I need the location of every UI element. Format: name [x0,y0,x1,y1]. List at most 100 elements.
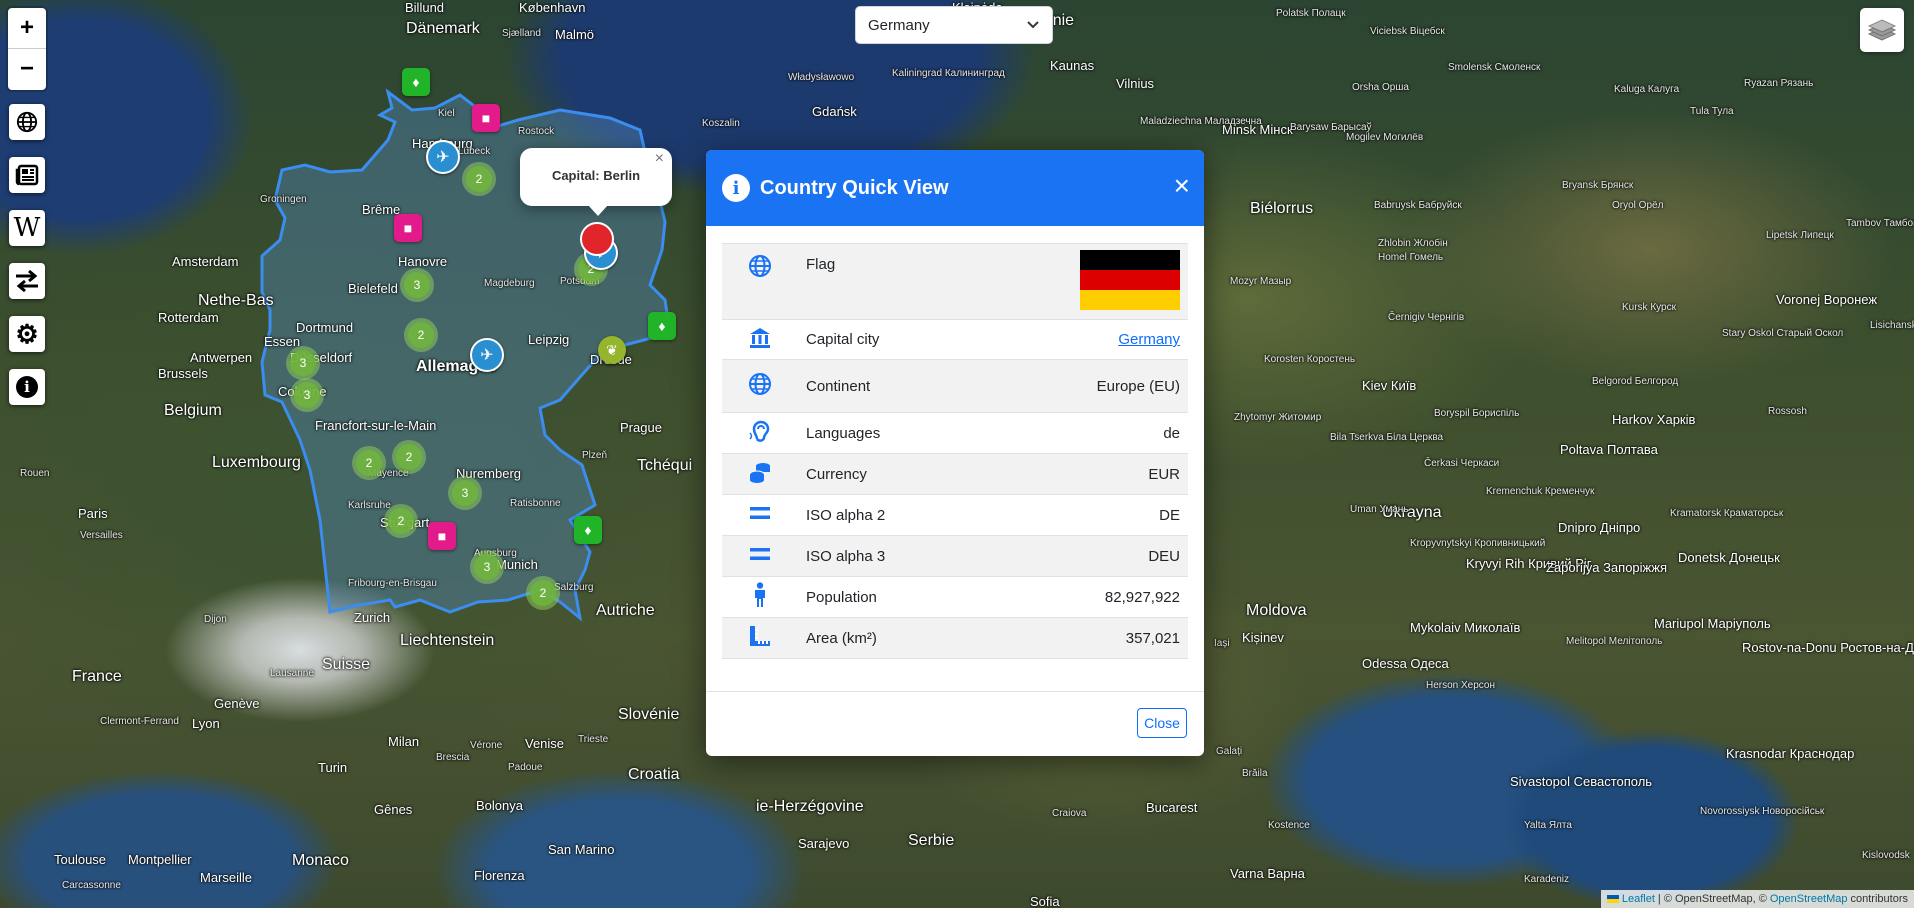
row-currency: Currency EUR [722,453,1188,495]
shopping-marker-icon[interactable]: ■ [472,104,500,132]
label-polatsk: Polatsk Полацк [1276,8,1346,19]
country-quick-view-modal: i Country Quick View × Flag Capital city… [706,150,1204,756]
equals-icon [750,507,770,519]
label-korosten: Korosten Коростень [1264,354,1356,365]
attribution-separator: | © OpenStreetMap, © [1657,893,1767,905]
label-sofia: Sofia [1030,894,1060,908]
label-babruysk: Babruysk Бабруйск [1374,200,1462,211]
label-novorossiysk: Novorossiysk Новоросійськ [1700,806,1825,817]
zoom-in-button[interactable]: + [8,8,46,49]
news-button[interactable] [9,157,45,193]
label-suisse: Suisse [322,656,371,673]
label-koszalin: Koszalin [702,118,740,129]
row-capital: Capital city Germany [722,320,1188,360]
row-value: de [1163,424,1180,442]
close-button[interactable]: Close [1137,708,1187,738]
label-prague: Prague [620,420,662,435]
marker-cluster[interactable]: 2 [384,504,418,538]
label-kaluga: Kaluga Калуга [1614,84,1680,95]
marker-cluster[interactable]: 3 [448,476,482,510]
label-nethe-bas: Nethe-Bas [198,292,274,309]
wikipedia-icon: W [13,213,41,243]
layers-icon [1867,19,1897,41]
marker-cluster[interactable]: 3 [290,378,324,412]
label-lubeck: Lübeck [458,146,491,157]
label-yalta: Yalta Ялта [1524,820,1572,831]
marker-cluster[interactable]: 3 [470,550,504,584]
exchange-button[interactable] [9,263,45,299]
wikipedia-button[interactable]: W [9,210,45,246]
label-mozyr: Mozyr Мазыр [1230,276,1292,287]
attribution: Leaflet | © OpenStreetMap, © OpenStreetM… [1600,890,1914,908]
row-value: EUR [1148,465,1180,483]
label-tambov: Tambov Тамбов [1846,218,1914,229]
airport-marker-icon[interactable]: ✈ [470,338,504,372]
label-genes: Gênes [374,802,413,817]
label-vilnius: Vilnius [1116,76,1155,91]
label-magdeburg: Magdeburg [484,278,535,289]
chevron-down-icon [1027,21,1039,29]
label-sjaelland: Sjælland [502,28,541,39]
label-kherson: Herson Херсон [1426,680,1496,691]
layers-button[interactable] [1860,8,1904,52]
label-voronej: Voronej Воронеж [1776,292,1878,307]
flag-image [1080,249,1180,310]
osm-link[interactable]: OpenStreetMap [1770,893,1848,905]
attribution-contributors: contributors [1850,893,1908,905]
row-languages: Languages de [722,413,1188,454]
leaflet-link[interactable]: Leaflet [1622,893,1655,905]
park-marker-icon[interactable]: ♦ [648,312,676,340]
label-hannover: Hanovre [398,254,448,269]
label-poltava: Poltava Полтава [1560,442,1658,457]
shopping-marker-icon[interactable]: ■ [428,522,456,550]
label-francfort: Francfort-sur-le-Main [315,418,437,433]
label-venise: Venise [525,736,565,751]
settings-button[interactable]: ⚙ [9,316,45,352]
zoom-out-button[interactable]: − [8,49,46,89]
marker-cluster[interactable]: 2 [462,162,496,196]
marker-cluster[interactable]: 2 [352,446,386,480]
label-amsterdam: Amsterdam [172,254,239,269]
label-belgorod: Belgorod Белгород [1592,376,1679,387]
label-lyon: Lyon [192,716,220,731]
label-kremenchuk: Kremenchuk Кременчук [1486,486,1595,497]
info-button[interactable]: i [9,369,45,405]
country-info-table: Flag Capital city Germany Continent Euro… [722,243,1188,659]
marker-cluster[interactable]: 3 [286,346,320,380]
label-regensburg: Ratisbonne [510,498,561,509]
modal-close-icon[interactable]: × [1174,172,1190,200]
label-rotterdam: Rotterdam [158,310,219,325]
label-craiova: Craiova [1052,808,1087,819]
capital-city-link[interactable]: Germany [1118,331,1180,348]
popup-close-icon[interactable]: × [655,150,664,168]
marker-cluster[interactable]: 2 [404,318,438,352]
label-kaunas: Kaunas [1050,58,1095,73]
row-population: Population 82,927,922 [722,577,1188,618]
label-mogilev: Mogilev Могилёв [1346,132,1424,143]
capital-marker-icon[interactable] [580,222,614,256]
marker-cluster[interactable]: 2 [526,576,560,610]
globe-icon [16,111,38,133]
park-marker-icon[interactable]: ♦ [574,516,602,544]
label-ryazan: Ryazan Рязань [1744,78,1814,89]
label-san-marino: San Marino [548,842,615,857]
leaf-marker-icon[interactable]: ❦ [598,336,626,364]
row-iso2: ISO alpha 2 DE [722,495,1188,536]
label-brussels: Brussels [158,366,208,381]
marker-cluster[interactable]: 3 [400,268,434,302]
airport-marker-icon[interactable]: ✈ [426,140,460,174]
settings-icon: ⚙ [15,318,39,349]
park-marker-icon[interactable]: ♦ [402,68,430,96]
label-ie-herzegovine: ie-Herzégovine [756,798,864,815]
row-value: 82,927,922 [1104,588,1180,606]
label-kishinev: Kișinev [1242,630,1284,645]
globe-button[interactable] [9,104,45,140]
shopping-marker-icon[interactable]: ■ [394,214,422,242]
label-smolensk: Smolensk Смоленск [1448,62,1541,73]
label-freiburg: Fribourg-en-Brisgau [348,578,437,589]
label-leipzig: Leipzig [528,332,570,347]
marker-cluster[interactable]: 2 [392,440,426,474]
label-orel: Oryol Орёл [1612,200,1664,211]
country-select[interactable]: Germany [855,6,1053,44]
label-chernihiv: Černigiv Чернігів [1388,312,1465,323]
